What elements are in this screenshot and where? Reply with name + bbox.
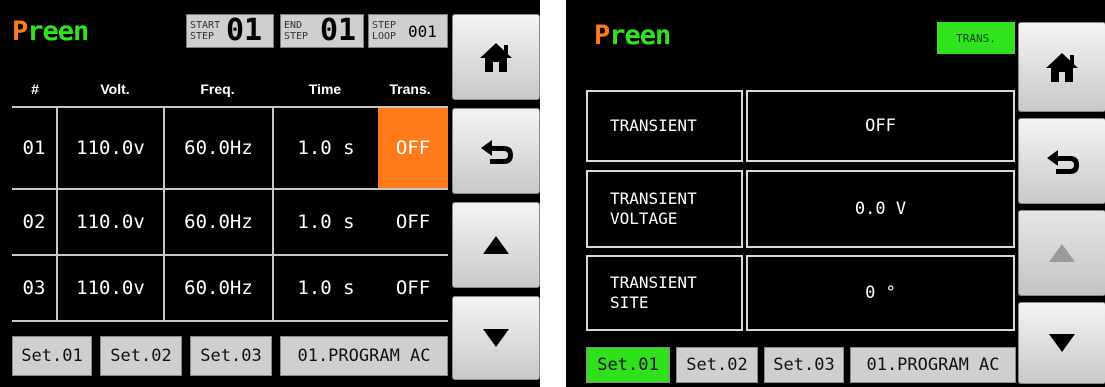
row-time[interactable]: 1.0 s bbox=[274, 108, 378, 188]
back-icon bbox=[1047, 150, 1079, 174]
row-volt[interactable]: 110.0v bbox=[58, 190, 163, 254]
row-num: 03 bbox=[22, 277, 46, 299]
end-step-label: END STEP bbox=[284, 20, 309, 42]
transient-voltage-label: TRANSIENT VOLTAGE bbox=[586, 170, 743, 248]
row-freq[interactable]: 60.0Hz bbox=[165, 190, 272, 254]
step-loop-box: STEP LOOP 001 bbox=[368, 14, 448, 48]
col-header-num: # bbox=[31, 81, 39, 97]
row-trans[interactable]: OFF bbox=[378, 256, 448, 320]
end-step-box: END STEP 01 bbox=[280, 14, 364, 48]
row-freq[interactable]: 60.0Hz bbox=[165, 108, 272, 188]
row-freq[interactable]: 60.0Hz bbox=[165, 256, 272, 320]
row-trans[interactable]: OFF bbox=[378, 108, 448, 188]
up-arrow-icon bbox=[1049, 244, 1075, 262]
back-button[interactable] bbox=[1018, 118, 1105, 204]
set-01-button[interactable]: Set.01 bbox=[12, 336, 92, 376]
transient-voltage-value[interactable]: 0.0 V bbox=[746, 170, 1015, 248]
back-icon bbox=[481, 140, 513, 164]
down-button[interactable] bbox=[1018, 302, 1105, 384]
col-header-time: Time bbox=[308, 81, 342, 97]
row-trans[interactable]: OFF bbox=[378, 190, 448, 254]
home-button[interactable] bbox=[1018, 22, 1105, 112]
step-loop-value: 001 bbox=[408, 21, 437, 41]
transient-site-label: TRANSIENT SITE bbox=[586, 255, 743, 331]
row-volt[interactable]: 110.0v bbox=[58, 256, 163, 320]
col-header-trans: Trans. bbox=[389, 81, 431, 97]
preen-logo: Preen bbox=[594, 20, 671, 51]
col-header-freq: Freq. bbox=[200, 81, 235, 97]
start-step-value: 01 bbox=[226, 13, 263, 48]
program-name-button[interactable]: 01.PROGRAM AC bbox=[280, 336, 448, 376]
transient-value[interactable]: OFF bbox=[746, 90, 1015, 162]
preen-logo: Preen bbox=[12, 16, 89, 47]
step-loop-label: STEP LOOP bbox=[372, 20, 397, 42]
row-time[interactable]: 1.0 s bbox=[274, 256, 378, 320]
row-num: 02 bbox=[22, 211, 46, 233]
up-arrow-icon bbox=[483, 236, 509, 254]
set-03-button[interactable]: Set.03 bbox=[190, 336, 272, 376]
down-arrow-icon bbox=[1049, 334, 1075, 352]
set-02-button[interactable]: Set.02 bbox=[100, 336, 182, 376]
start-step-label: START STEP bbox=[190, 20, 221, 42]
set-02-button[interactable]: Set.02 bbox=[676, 347, 758, 383]
end-step-value: 01 bbox=[320, 13, 357, 48]
transient-settings-screen: Preen TRANS. TRANSIENT OFF TRANSIENT VOL… bbox=[566, 0, 1105, 387]
back-button[interactable] bbox=[452, 108, 540, 194]
transient-label: TRANSIENT bbox=[586, 90, 743, 162]
down-arrow-icon bbox=[483, 329, 509, 347]
row-time[interactable]: 1.0 s bbox=[274, 190, 378, 254]
set-01-button[interactable]: Set.01 bbox=[586, 347, 670, 383]
grid-line bbox=[12, 320, 448, 322]
row-num: 01 bbox=[22, 137, 46, 159]
down-button[interactable] bbox=[452, 296, 540, 380]
home-button[interactable] bbox=[452, 14, 540, 100]
home-icon bbox=[480, 43, 512, 72]
trans-mode-badge: TRANS. bbox=[937, 22, 1015, 54]
program-name-button[interactable]: 01.PROGRAM AC bbox=[850, 347, 1016, 383]
col-header-volt: Volt. bbox=[100, 81, 130, 97]
transient-site-value[interactable]: 0 ° bbox=[746, 255, 1015, 331]
up-button[interactable] bbox=[452, 202, 540, 288]
start-step-box: START STEP 01 bbox=[186, 14, 274, 48]
up-button[interactable] bbox=[1018, 210, 1105, 296]
row-volt[interactable]: 110.0v bbox=[58, 108, 163, 188]
program-list-screen: Preen START STEP 01 END STEP 01 STEP LOOP 0… bbox=[0, 0, 540, 387]
home-icon bbox=[1046, 53, 1078, 82]
set-03-button[interactable]: Set.03 bbox=[764, 347, 844, 383]
